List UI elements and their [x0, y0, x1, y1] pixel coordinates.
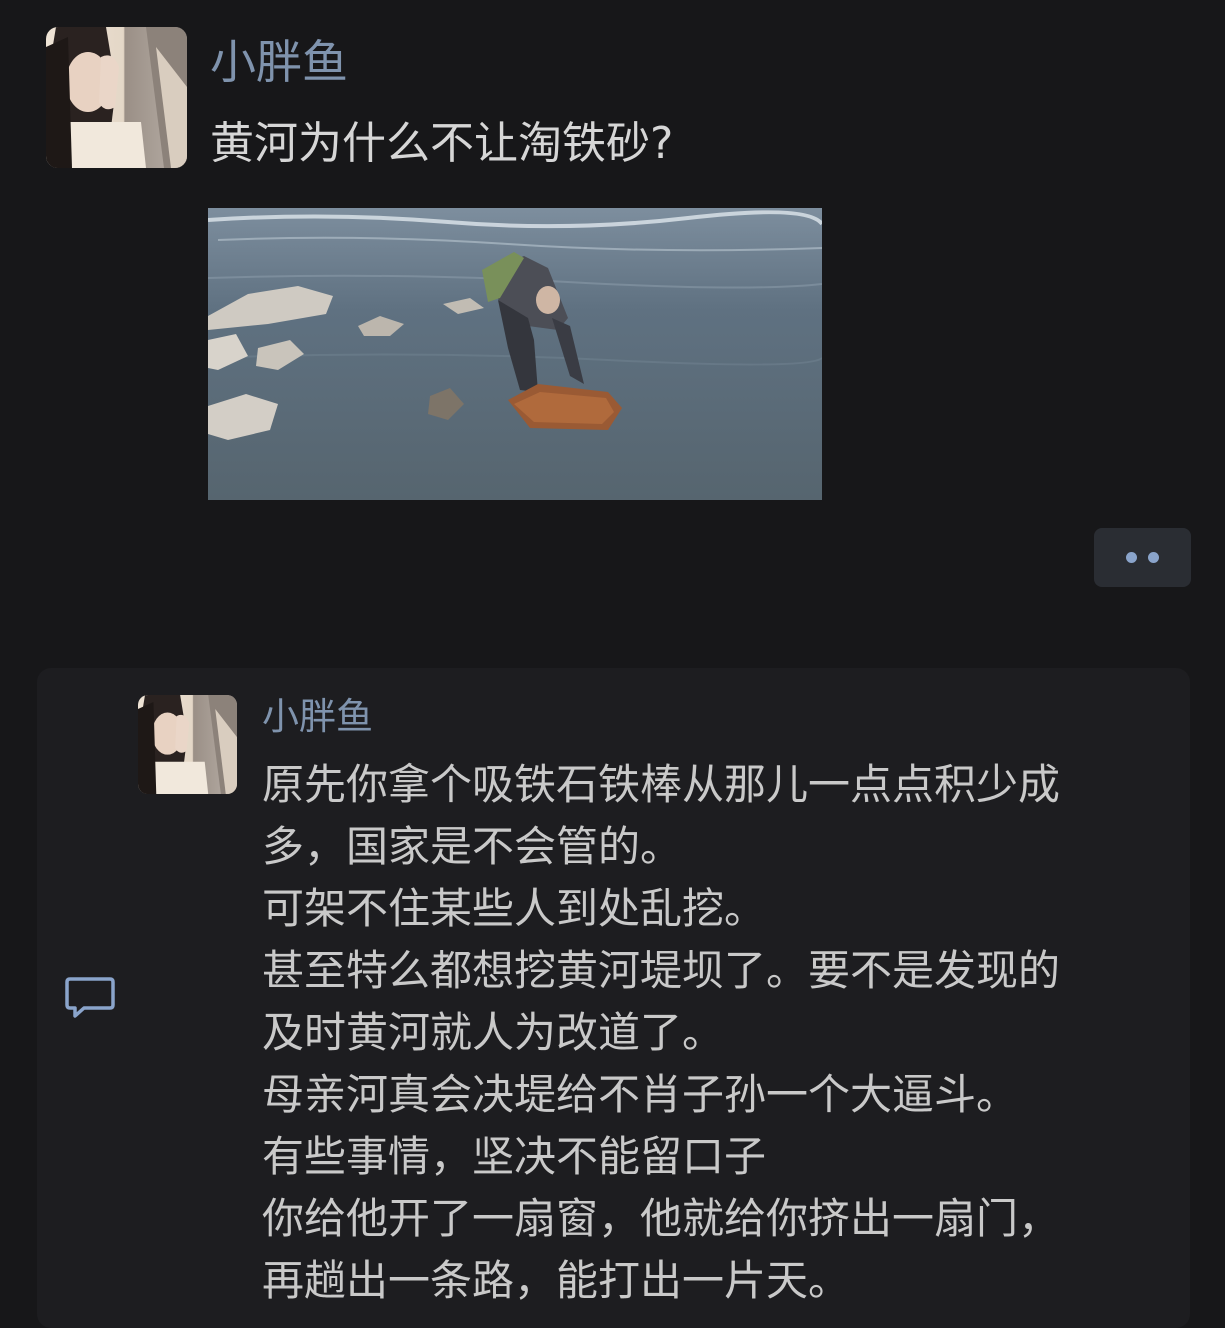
- comment-text: 原先你拿个吸铁石铁棒从那儿一点点积少成 多，国家是不会管的。 可架不住某些人到处…: [262, 754, 1162, 1312]
- post-image[interactable]: [208, 208, 822, 500]
- comment-line: 你给他开了一扇窗，他就给你挤出一扇门，: [262, 1194, 1061, 1243]
- comment-username[interactable]: 小胖鱼: [262, 692, 373, 742]
- more-dots-icon: [1148, 552, 1159, 563]
- post-username[interactable]: 小胖鱼: [210, 32, 348, 92]
- comment-line: 母亲河真会决堤给不肖子孙一个大逼斗。: [262, 1070, 1019, 1119]
- comment-line: 及时黄河就人为改道了。: [262, 1008, 725, 1057]
- comment-line: 有些事情，坚决不能留口子: [262, 1132, 767, 1181]
- comment-line: 多，国家是不会管的。: [262, 822, 683, 871]
- more-dots-icon: [1126, 552, 1137, 563]
- river-photo: [208, 208, 822, 500]
- avatar-photo: [46, 27, 187, 168]
- comment-line: 可架不住某些人到处乱挖。: [262, 884, 767, 933]
- comment-avatar[interactable]: [138, 695, 237, 794]
- comment-bubble-icon[interactable]: [64, 975, 116, 1021]
- comment-line: 原先你拿个吸铁石铁棒从那儿一点点积少成: [262, 760, 1061, 809]
- comment-line: 甚至特么都想挖黄河堤坝了。要不是发现的: [262, 946, 1061, 995]
- post-text: 黄河为什么不让淘铁砂?: [210, 118, 674, 169]
- more-button[interactable]: [1094, 528, 1191, 587]
- post-avatar[interactable]: [46, 27, 187, 168]
- avatar-photo: [138, 695, 237, 794]
- comment-line: 再趟出一条路，能打出一片天。: [262, 1256, 851, 1305]
